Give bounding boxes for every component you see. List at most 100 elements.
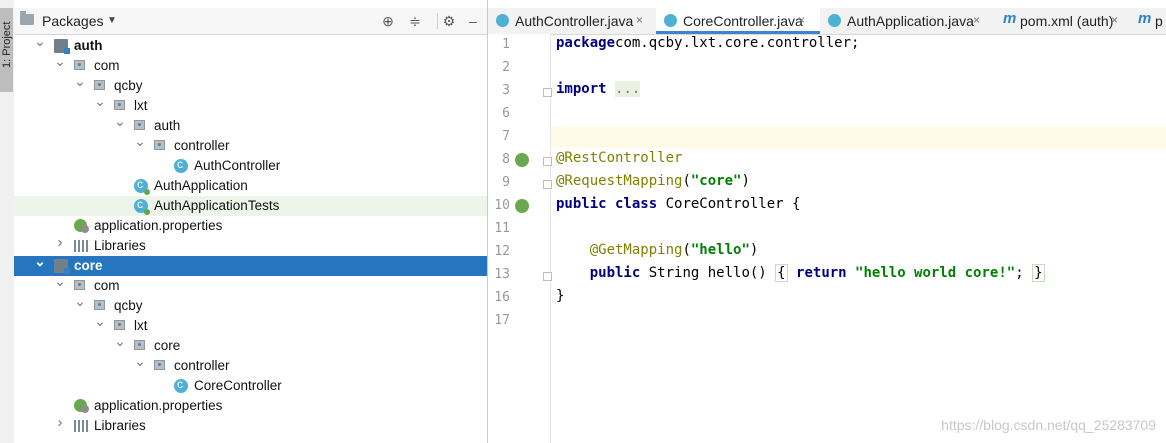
tab-pom-xml-auth-[interactable]: m pom.xml (auth) × (993, 8, 1128, 34)
view-selector[interactable]: Packages (42, 13, 103, 29)
code-token: ; (1015, 265, 1033, 281)
tree-node-corecontroller[interactable]: CoreController (14, 376, 487, 396)
minimize-icon[interactable]: – (463, 11, 483, 31)
tab-label: AuthApplication.java (847, 13, 974, 29)
editor-gutter[interactable]: 1 2 3 6 7 8 9 10 11 12 13 16 17 (488, 34, 552, 443)
project-panel: Packages ▼ ⊕ ≑ ⚙ – ⌄ auth ⌄ com ⌄ qcby ⌄ lxt ⌄ au… (14, 0, 488, 443)
line-number: 12 (494, 244, 510, 259)
chevron-down-icon[interactable]: ⌄ (94, 314, 106, 328)
tree-node-label: application.properties (94, 398, 223, 413)
tree-node-libraries[interactable]: › Libraries (14, 415, 487, 436)
tree-node-libraries[interactable]: › Libraries (14, 235, 487, 256)
chevron-right-icon[interactable]: › (54, 415, 66, 430)
tab-authcontroller-java[interactable]: AuthController.java × (488, 8, 656, 34)
code-line: public String hello() { return "hello wo… (556, 264, 1045, 282)
editor-area: AuthController.java × CoreController.java ×… (488, 0, 1166, 443)
spring-class-icon (828, 14, 841, 27)
code-token: com.qcby.lxt.core.controller; (615, 35, 860, 51)
editor-tab-bar: AuthController.java × CoreController.java ×… (488, 8, 1166, 35)
tab-label: p (1155, 13, 1163, 29)
chevron-down-icon[interactable]: ⌄ (34, 254, 46, 268)
code-token: "hello" (690, 242, 750, 258)
tree-node-authapplication[interactable]: AuthApplication (14, 176, 487, 196)
line-number: 7 (502, 129, 510, 144)
chevron-down-icon[interactable]: ⌄ (74, 74, 86, 88)
code-token: @RequestMapping (556, 173, 683, 189)
tree-node-core[interactable]: ⌄ core (14, 334, 487, 356)
chevron-down-icon[interactable]: ▼ (107, 15, 117, 26)
spring-bean-icon[interactable] (515, 199, 529, 213)
maven-icon: m (1138, 10, 1152, 27)
close-icon[interactable]: × (1111, 13, 1118, 27)
header-divider (437, 13, 438, 29)
code-token: package (556, 35, 616, 51)
tree-node-core[interactable]: ⌄ core (14, 254, 487, 276)
package-icon (134, 120, 145, 130)
code-token: CoreController { (657, 196, 801, 212)
package-icon (154, 140, 165, 150)
code-line: public class CoreController { (556, 196, 800, 212)
locate-icon[interactable]: ⊕ (378, 11, 398, 31)
tree-node-lxt[interactable]: ⌄ lxt (14, 314, 487, 336)
line-number: 3 (502, 83, 510, 98)
tab-label: pom.xml (auth) (1020, 13, 1114, 29)
package-icon (74, 280, 85, 290)
chevron-down-icon[interactable]: ⌄ (54, 274, 66, 288)
tab-p[interactable]: mp (1128, 8, 1166, 34)
tab-label: CoreController.java (683, 13, 803, 29)
chevron-down-icon[interactable]: ⌄ (114, 334, 126, 348)
tree-node-label: core (154, 338, 181, 353)
libraries-icon (74, 240, 88, 252)
tree-node-application-properties[interactable]: application.properties (14, 396, 487, 416)
chevron-down-icon[interactable]: ⌄ (94, 94, 106, 108)
class-icon (174, 377, 188, 393)
tree-node-authcontroller[interactable]: AuthController (14, 156, 487, 176)
project-tool-tab-label: 1: Project (1, 21, 13, 68)
close-icon[interactable]: × (798, 13, 805, 27)
spring-class-icon (134, 197, 150, 215)
close-icon[interactable]: × (973, 13, 980, 27)
tree-node-qcby[interactable]: ⌄ qcby (14, 294, 487, 316)
chevron-down-icon[interactable]: ⌄ (134, 134, 146, 148)
tree-node-qcby[interactable]: ⌄ qcby (14, 74, 487, 96)
tree-node-application-properties[interactable]: application.properties (14, 216, 487, 236)
code-token: @RestController (556, 150, 683, 166)
close-icon[interactable]: × (636, 13, 643, 27)
code-token: ... (615, 81, 641, 97)
maven-icon: m (1003, 10, 1017, 27)
code-line: @RestController (556, 150, 682, 166)
code-line: packagecom.qcby.lxt.core.controller; (556, 35, 859, 51)
tab-corecontroller-java[interactable]: CoreController.java × (656, 8, 820, 34)
chevron-down-icon[interactable]: ⌄ (54, 54, 66, 68)
spring-class-icon (134, 177, 150, 195)
tab-authapplication-java[interactable]: AuthApplication.java × (820, 8, 993, 34)
collapse-all-icon[interactable]: ≑ (405, 11, 425, 31)
line-number: 16 (494, 290, 510, 305)
tree-node-controller[interactable]: ⌄ controller (14, 354, 487, 376)
chevron-down-icon[interactable]: ⌄ (114, 114, 126, 128)
tree-node-label: auth (74, 38, 103, 53)
module-icon (54, 259, 70, 274)
line-number: 2 (502, 60, 510, 75)
code-editor[interactable]: packagecom.qcby.lxt.core.controller; impo… (550, 34, 1166, 443)
chevron-down-icon[interactable]: ⌄ (74, 294, 86, 308)
tree-node-auth[interactable]: ⌄ auth (14, 34, 487, 56)
code-token: "hello world core!" (855, 265, 1016, 281)
tree-node-lxt[interactable]: ⌄ lxt (14, 94, 487, 116)
gear-icon[interactable]: ⚙ (439, 11, 459, 31)
tree-node-label: CoreController (194, 378, 282, 393)
tree-node-label: Libraries (94, 238, 146, 253)
spring-bean-icon[interactable] (515, 153, 529, 167)
code-token: { (775, 264, 788, 282)
code-token: "core" (690, 173, 742, 189)
tree-node-authapplicationtests[interactable]: AuthApplicationTests (14, 196, 487, 216)
tree-node-controller[interactable]: ⌄ controller (14, 134, 487, 156)
code-token: ( (682, 242, 691, 258)
chevron-down-icon[interactable]: ⌄ (134, 354, 146, 368)
chevron-right-icon[interactable]: › (54, 235, 66, 250)
code-token: import (556, 81, 607, 97)
tree-node-auth[interactable]: ⌄ auth (14, 114, 487, 136)
chevron-down-icon[interactable]: ⌄ (34, 34, 46, 48)
